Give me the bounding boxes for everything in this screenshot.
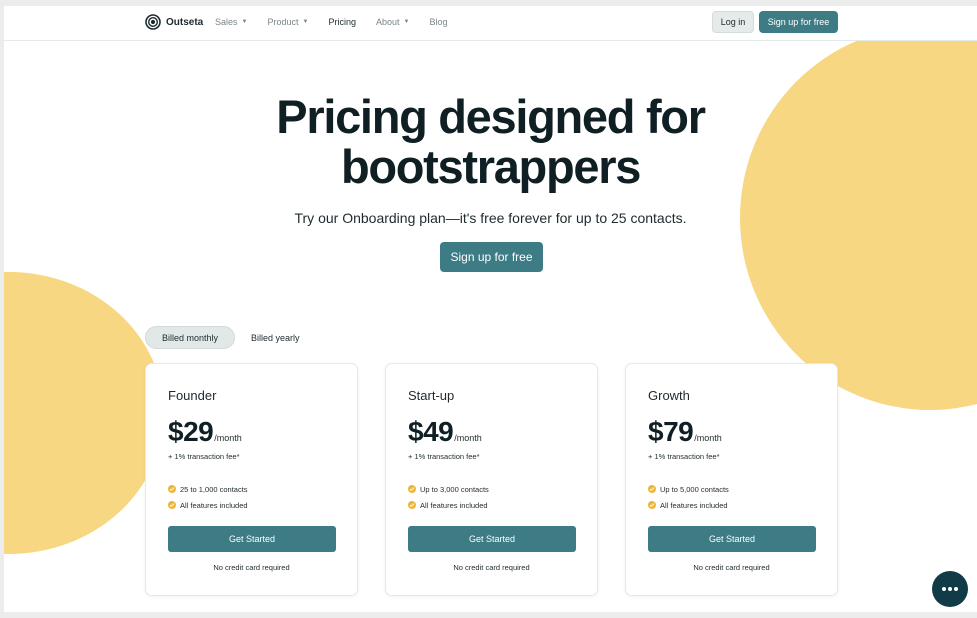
feature-item: Up to 3,000 contacts (408, 481, 489, 497)
feature-item: All features included (168, 497, 248, 513)
feature-label: Up to 3,000 contacts (420, 484, 489, 494)
feature-label: All features included (420, 500, 488, 510)
logo[interactable]: Outseta (145, 14, 203, 30)
nav-link-label: About (375, 17, 400, 27)
hero-title-line-1: Pricing designed for (276, 90, 706, 143)
no-credit-card-note: No credit card required (213, 563, 290, 572)
plan-name: Start-up (408, 388, 455, 403)
top-nav: Outseta Sales ▼ Product ▼ Pricing About … (4, 6, 977, 41)
feature-list: 25 to 1,000 contacts All features includ… (168, 481, 248, 513)
chat-bubble-icon (942, 587, 958, 591)
hero-subtitle: Try our Onboarding plan—it's free foreve… (294, 210, 687, 226)
plan-period: /month (694, 433, 722, 443)
check-badge-icon (648, 485, 656, 493)
get-started-button[interactable]: Get Started (648, 526, 816, 552)
outseta-logo-icon (145, 14, 161, 30)
nav-link-label: Pricing (328, 17, 356, 27)
price-row: $29 /month (168, 416, 242, 448)
feature-label: All features included (180, 500, 248, 510)
plan-price: $29 (168, 416, 214, 447)
chevron-down-icon: ▼ (403, 19, 410, 25)
feature-label: Up to 5,000 contacts (660, 484, 729, 494)
plan-name: Founder (168, 388, 217, 403)
feature-item: Up to 5,000 contacts (648, 481, 729, 497)
billing-toggle: Billed monthly Billed yearly (145, 326, 316, 349)
price-row: $49 /month (408, 416, 482, 448)
check-badge-icon (408, 485, 416, 493)
plan-price: $49 (408, 416, 454, 447)
nav-signup-button[interactable]: Sign up for free (759, 11, 838, 33)
nav-link-product[interactable]: Product ▼ (267, 17, 308, 27)
no-credit-card-note: No credit card required (453, 563, 530, 572)
transaction-fee: + 1% transaction fee* (648, 452, 720, 461)
nav-links: Sales ▼ Product ▼ Pricing About ▼ Blog (215, 17, 467, 27)
check-badge-icon (168, 501, 176, 509)
plan-period: /month (454, 433, 482, 443)
billing-yearly-option[interactable]: Billed yearly (235, 326, 316, 349)
feature-item: 25 to 1,000 contacts (168, 481, 248, 497)
chevron-down-icon: ▼ (241, 19, 248, 25)
plan-card-founder: Founder $29 /month + 1% transaction fee*… (145, 363, 358, 596)
hero-title: Pricing designed for bootstrappers (4, 92, 977, 192)
feature-list: Up to 5,000 contacts All features includ… (648, 481, 729, 513)
check-badge-icon (168, 485, 176, 493)
get-started-button[interactable]: Get Started (168, 526, 336, 552)
nav-link-sales[interactable]: Sales ▼ (215, 17, 247, 27)
feature-list: Up to 3,000 contacts All features includ… (408, 481, 489, 513)
transaction-fee: + 1% transaction fee* (168, 452, 240, 461)
get-started-button[interactable]: Get Started (408, 526, 576, 552)
hero-title-line-2: bootstrappers (340, 140, 641, 193)
feature-item: All features included (408, 497, 489, 513)
nav-link-label: Sales (215, 17, 238, 27)
page: Outseta Sales ▼ Product ▼ Pricing About … (4, 6, 977, 612)
plan-period: /month (214, 433, 242, 443)
plan-card-growth: Growth $79 /month + 1% transaction fee* … (625, 363, 838, 596)
nav-link-about[interactable]: About ▼ (376, 17, 409, 27)
feature-label: 25 to 1,000 contacts (180, 484, 248, 494)
plan-name: Growth (648, 388, 690, 403)
plan-card-start-up: Start-up $49 /month + 1% transaction fee… (385, 363, 598, 596)
nav-link-label: Blog (429, 17, 448, 27)
feature-label: All features included (660, 500, 728, 510)
billing-monthly-option[interactable]: Billed monthly (145, 326, 236, 349)
transaction-fee: + 1% transaction fee* (408, 452, 480, 461)
plan-price: $79 (648, 416, 694, 447)
no-credit-card-note: No credit card required (693, 563, 770, 572)
price-row: $79 /month (648, 416, 722, 448)
feature-item: All features included (648, 497, 729, 513)
logo-text: Outseta (166, 16, 204, 28)
hero-signup-button[interactable]: Sign up for free (440, 242, 543, 272)
decorative-blob-left (4, 272, 164, 554)
chevron-down-icon: ▼ (302, 19, 309, 25)
chat-widget-button[interactable] (932, 571, 968, 607)
nav-link-label: Product (267, 17, 299, 27)
nav-link-blog[interactable]: Blog (429, 17, 447, 27)
login-button[interactable]: Log in (712, 11, 754, 33)
nav-link-pricing[interactable]: Pricing (328, 17, 356, 27)
check-badge-icon (408, 501, 416, 509)
check-badge-icon (648, 501, 656, 509)
